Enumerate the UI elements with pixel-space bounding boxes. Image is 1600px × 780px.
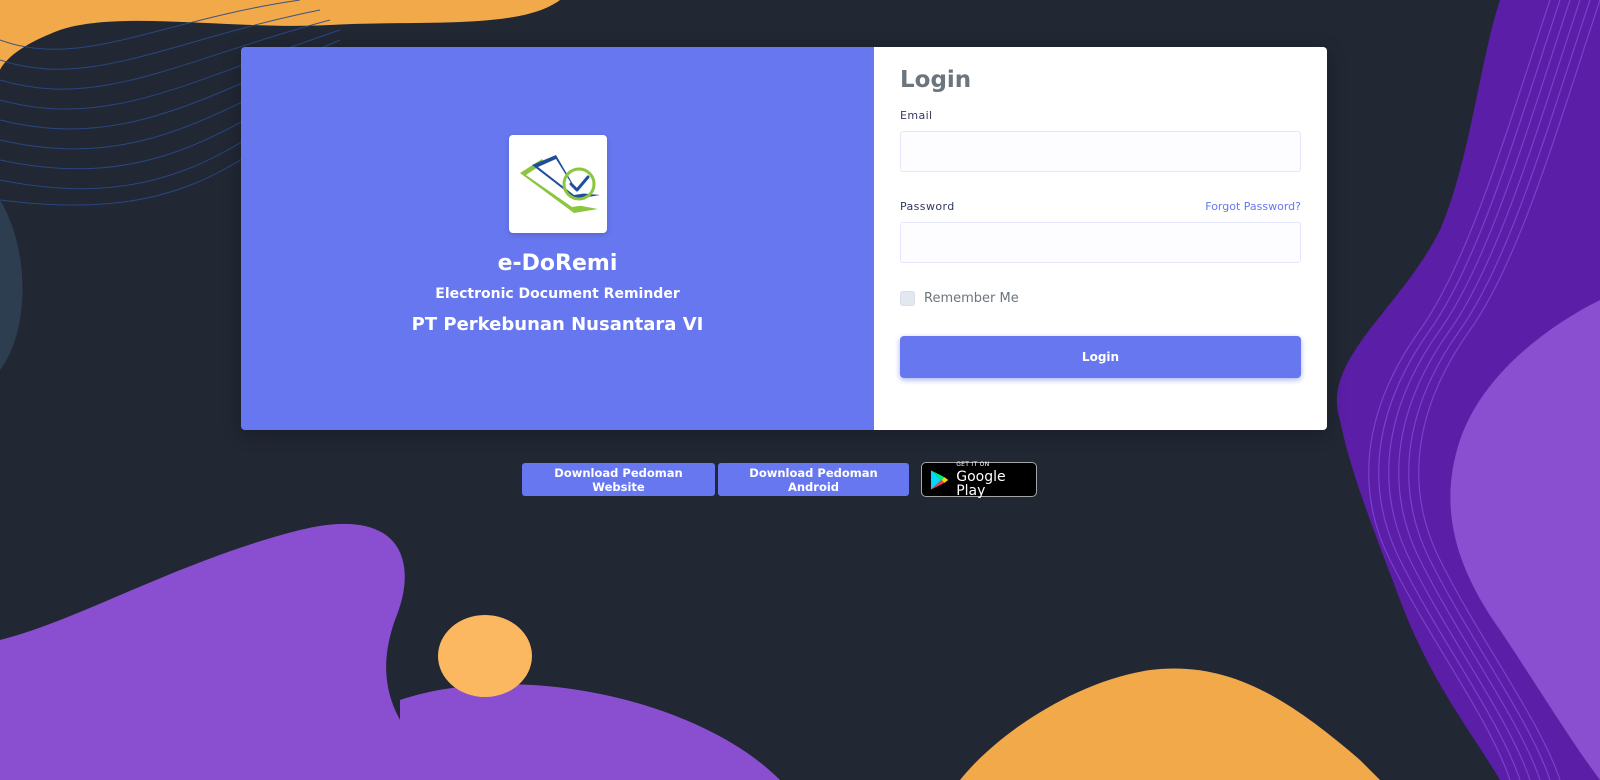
purple-blob-bottom-2 (400, 684, 780, 780)
login-card: e-DoRemi Electronic Document Reminder PT… (241, 47, 1327, 430)
password-label: Password (900, 200, 955, 213)
login-panel: Login Email Password Forgot Password? Re… (874, 47, 1327, 430)
orange-circle (438, 615, 532, 697)
google-play-big-text: Google Play (956, 468, 1006, 499)
google-play-icon (930, 469, 949, 490)
purple-blob-bottom (0, 523, 460, 780)
app-logo (508, 135, 607, 233)
remember-me-checkbox[interactable] (900, 291, 915, 306)
remember-me-label[interactable]: Remember Me (924, 291, 1019, 306)
remember-me-row[interactable]: Remember Me (900, 291, 1302, 306)
company-name: PT Perkebunan Nusantara VI (411, 314, 704, 335)
download-row: Download Pedoman Website Download Pedoma… (522, 460, 1037, 499)
document-check-icon (519, 155, 600, 213)
brand-panel: e-DoRemi Electronic Document Reminder PT… (241, 47, 874, 430)
forgot-password-link[interactable]: Forgot Password? (1205, 200, 1301, 213)
left-edge-blob (0, 200, 23, 370)
email-field[interactable] (900, 131, 1301, 172)
download-android-guide-button[interactable]: Download Pedoman Android (718, 463, 909, 496)
download-website-guide-button[interactable]: Download Pedoman Website (522, 463, 715, 496)
email-label: Email (900, 109, 933, 122)
login-title: Login (900, 67, 972, 93)
google-play-text: GET IT ON Google Play (956, 460, 1036, 499)
app-name: e-DoRemi (497, 251, 618, 276)
google-play-badge[interactable]: GET IT ON Google Play (921, 460, 1037, 499)
login-button[interactable]: Login (900, 336, 1301, 378)
password-label-row: Password Forgot Password? (900, 200, 1301, 213)
orange-blob-bottom (960, 668, 1380, 780)
google-play-small-text: GET IT ON (956, 460, 990, 468)
app-subtitle: Electronic Document Reminder (435, 286, 680, 302)
password-field[interactable] (900, 222, 1301, 263)
